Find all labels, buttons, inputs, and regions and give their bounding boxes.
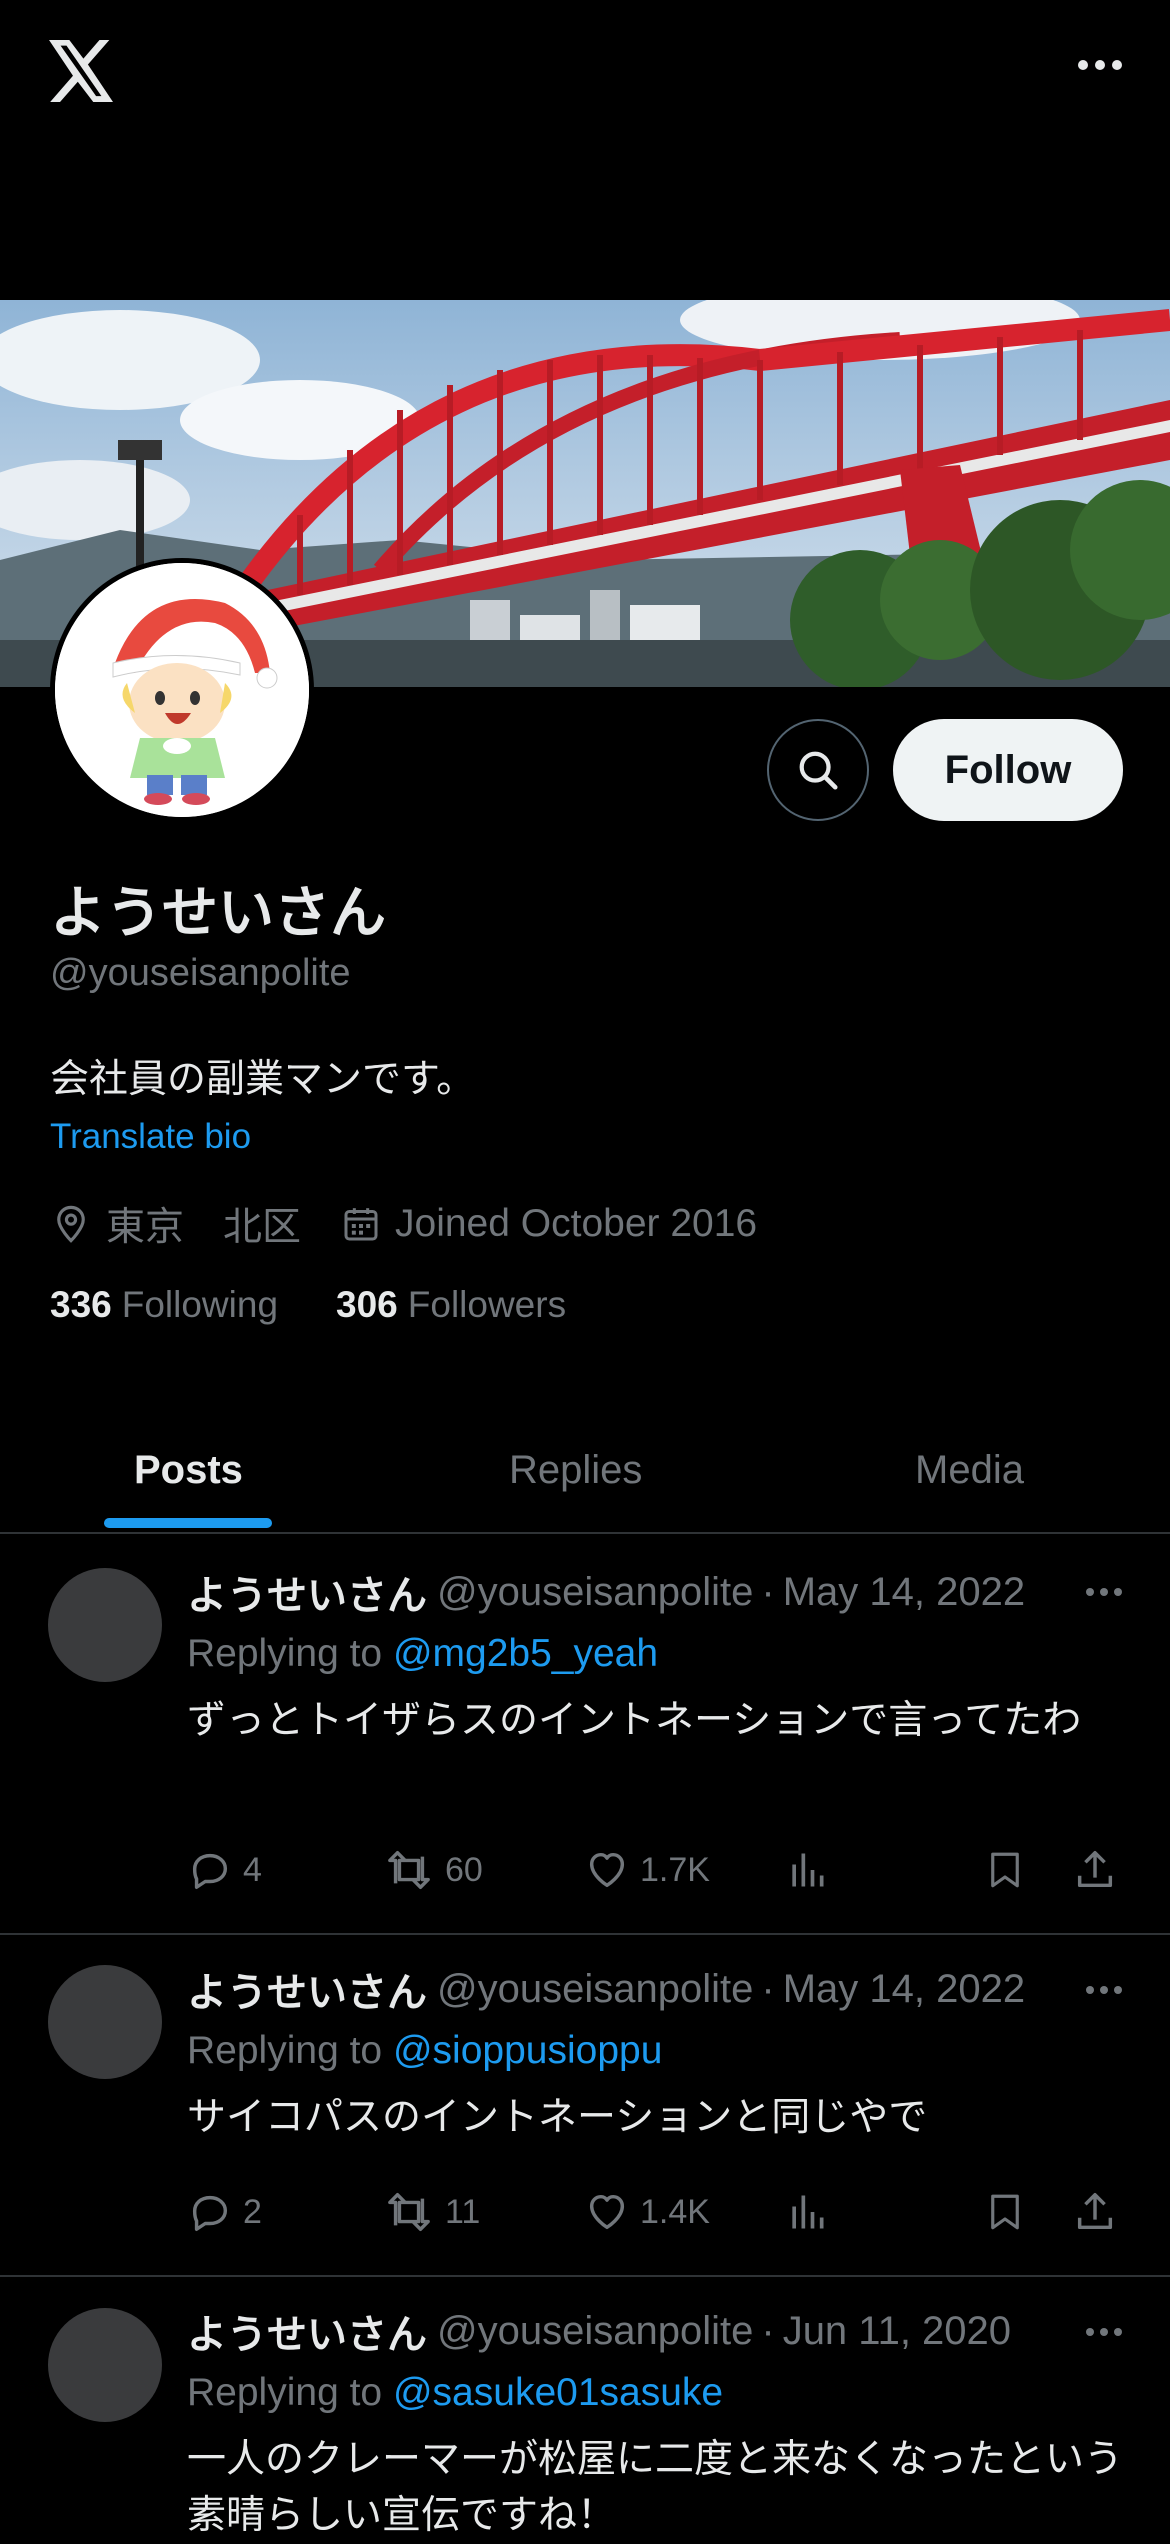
reply-icon: [192, 1853, 228, 1889]
followers-link[interactable]: 306 Followers: [336, 1284, 566, 1326]
tab-media[interactable]: Media: [915, 1410, 1024, 1530]
replying-prefix: Replying to: [187, 1632, 383, 1675]
post-author-name[interactable]: ようせいさん: [187, 1960, 427, 2018]
reply-mention[interactable]: @sioppusioppu: [393, 2029, 662, 2072]
reply-mention[interactable]: @mg2b5_yeah: [393, 1632, 658, 1675]
profile-name: ようせいさん: [50, 881, 386, 946]
post-text: 一人のクレーマーが松屋に二度と来なくなったという素晴らしい宣伝ですね！: [187, 2437, 1124, 2538]
active-tab-indicator: [104, 1518, 272, 1528]
reply-icon: [192, 2195, 228, 2231]
calendar-icon: [344, 1208, 378, 1241]
post-author-handle[interactable]: @youseisanpolite: [437, 1967, 753, 2012]
heart-icon: [589, 1852, 625, 1888]
post-separator: ·: [761, 2308, 775, 2353]
profile-stats: 336 Following 306 Followers: [50, 1284, 566, 1326]
post-avatar[interactable]: [48, 1965, 162, 2079]
repost-icon: [388, 2193, 430, 2231]
tab-posts[interactable]: Posts: [134, 1410, 243, 1530]
profile-tabs: Posts Replies Media: [0, 1410, 1170, 1534]
like-button[interactable]: 1.7K: [584, 1840, 710, 1900]
post-author-handle[interactable]: @youseisanpolite: [437, 1570, 753, 1615]
post-replying-to: Replying to @sasuke01sasuke: [187, 2371, 723, 2415]
reply-button[interactable]: 2: [187, 2182, 262, 2242]
post-avatar[interactable]: [48, 1568, 162, 1682]
repost-icon: [388, 1851, 430, 1889]
post-text: ずっとトイザらスのイントネーションで言ってたわ: [187, 1698, 1082, 1743]
post-replying-to: Replying to @sioppusioppu: [187, 2029, 662, 2073]
follow-button[interactable]: Follow: [893, 719, 1123, 821]
share-icon: [1077, 2193, 1113, 2230]
following-link[interactable]: 336 Following: [50, 1284, 278, 1326]
location-icon: [57, 1205, 85, 1243]
profile-location: 東京 北区: [106, 1205, 302, 1250]
views-icon: [792, 1853, 824, 1887]
x-logo-icon[interactable]: [48, 40, 116, 102]
bookmark-button[interactable]: [984, 2182, 1026, 2242]
translate-bio-link[interactable]: Translate bio: [50, 1117, 251, 1157]
post-actions: 4 60 1.7K: [187, 1840, 1122, 1900]
share-button[interactable]: [1072, 2182, 1118, 2242]
post-avatar[interactable]: [48, 2308, 162, 2422]
post-date[interactable]: Jun 11, 2020: [783, 2309, 1011, 2354]
profile-meta: 東京 北区 Joined October 2016: [50, 1196, 757, 1252]
post-item[interactable]: ようせいさん @youseisanpolite · Jun 11, 2020 R…: [0, 2275, 1170, 2538]
repost-count: 60: [445, 1850, 483, 1889]
reply-count: 4: [243, 1850, 262, 1889]
more-options-icon[interactable]: [1078, 60, 1122, 70]
reply-mention[interactable]: @sasuke01sasuke: [393, 2371, 723, 2414]
post-author-handle[interactable]: @youseisanpolite: [437, 2309, 753, 2354]
bookmark-button[interactable]: [984, 1840, 1026, 1900]
post-separator: ·: [761, 1569, 775, 1614]
heart-icon: [589, 2194, 625, 2230]
post-more-icon[interactable]: [1086, 1588, 1122, 1596]
profile-bio: 会社員の副業マンです。: [50, 1057, 476, 1102]
following-count: 336: [50, 1284, 112, 1325]
followers-count: 306: [336, 1284, 398, 1325]
post-item[interactable]: ようせいさん @youseisanpolite · May 14, 2022 R…: [0, 1933, 1170, 2277]
post-more-icon[interactable]: [1086, 1986, 1122, 1994]
like-button[interactable]: 1.4K: [584, 2182, 710, 2242]
post-date[interactable]: May 14, 2022: [783, 1570, 1025, 1615]
post-item[interactable]: ようせいさん @youseisanpolite · May 14, 2022 R…: [0, 1533, 1170, 1935]
post-author-name[interactable]: ようせいさん: [187, 2302, 427, 2360]
post-text: サイコパスのイントネーションと同じやで: [187, 2095, 928, 2140]
reply-button[interactable]: 4: [187, 1840, 262, 1900]
post-actions: 2 11 1.4K: [187, 2182, 1122, 2242]
replying-prefix: Replying to: [187, 2029, 383, 2072]
views-icon: [792, 2195, 824, 2229]
top-bar: [0, 0, 1170, 145]
post-separator: ·: [761, 1966, 775, 2011]
like-count: 1.4K: [640, 2192, 710, 2231]
profile-joined: Joined October 2016: [395, 1202, 758, 1245]
followers-label: Followers: [407, 1284, 567, 1325]
search-button[interactable]: [767, 719, 869, 821]
post-header: ようせいさん @youseisanpolite · Jun 11, 2020: [187, 2302, 1107, 2360]
repost-button[interactable]: 11: [383, 2182, 480, 2242]
post-replying-to: Replying to @mg2b5_yeah: [187, 1632, 658, 1676]
share-button[interactable]: [1072, 1840, 1118, 1900]
search-icon: [799, 751, 838, 790]
post-header: ようせいさん @youseisanpolite · May 14, 2022: [187, 1563, 1107, 1621]
repost-button[interactable]: 60: [383, 1840, 483, 1900]
post-date[interactable]: May 14, 2022: [783, 1967, 1025, 2012]
tab-replies[interactable]: Replies: [509, 1410, 642, 1530]
views-button[interactable]: [785, 2182, 829, 2242]
replying-prefix: Replying to: [187, 2371, 383, 2414]
like-count: 1.7K: [640, 1850, 710, 1889]
profile-handle: @youseisanpolite: [50, 952, 351, 994]
post-author-name[interactable]: ようせいさん: [187, 1563, 427, 1621]
bookmark-icon: [991, 1852, 1019, 1888]
share-icon: [1077, 1851, 1113, 1888]
reply-count: 2: [243, 2192, 262, 2231]
following-label: Following: [121, 1284, 279, 1325]
post-more-icon[interactable]: [1086, 2328, 1122, 2336]
repost-count: 11: [445, 2192, 481, 2231]
bookmark-icon: [991, 2194, 1019, 2230]
views-button[interactable]: [785, 1840, 829, 1900]
post-header: ようせいさん @youseisanpolite · May 14, 2022: [187, 1960, 1107, 2018]
profile-avatar[interactable]: [50, 558, 314, 822]
